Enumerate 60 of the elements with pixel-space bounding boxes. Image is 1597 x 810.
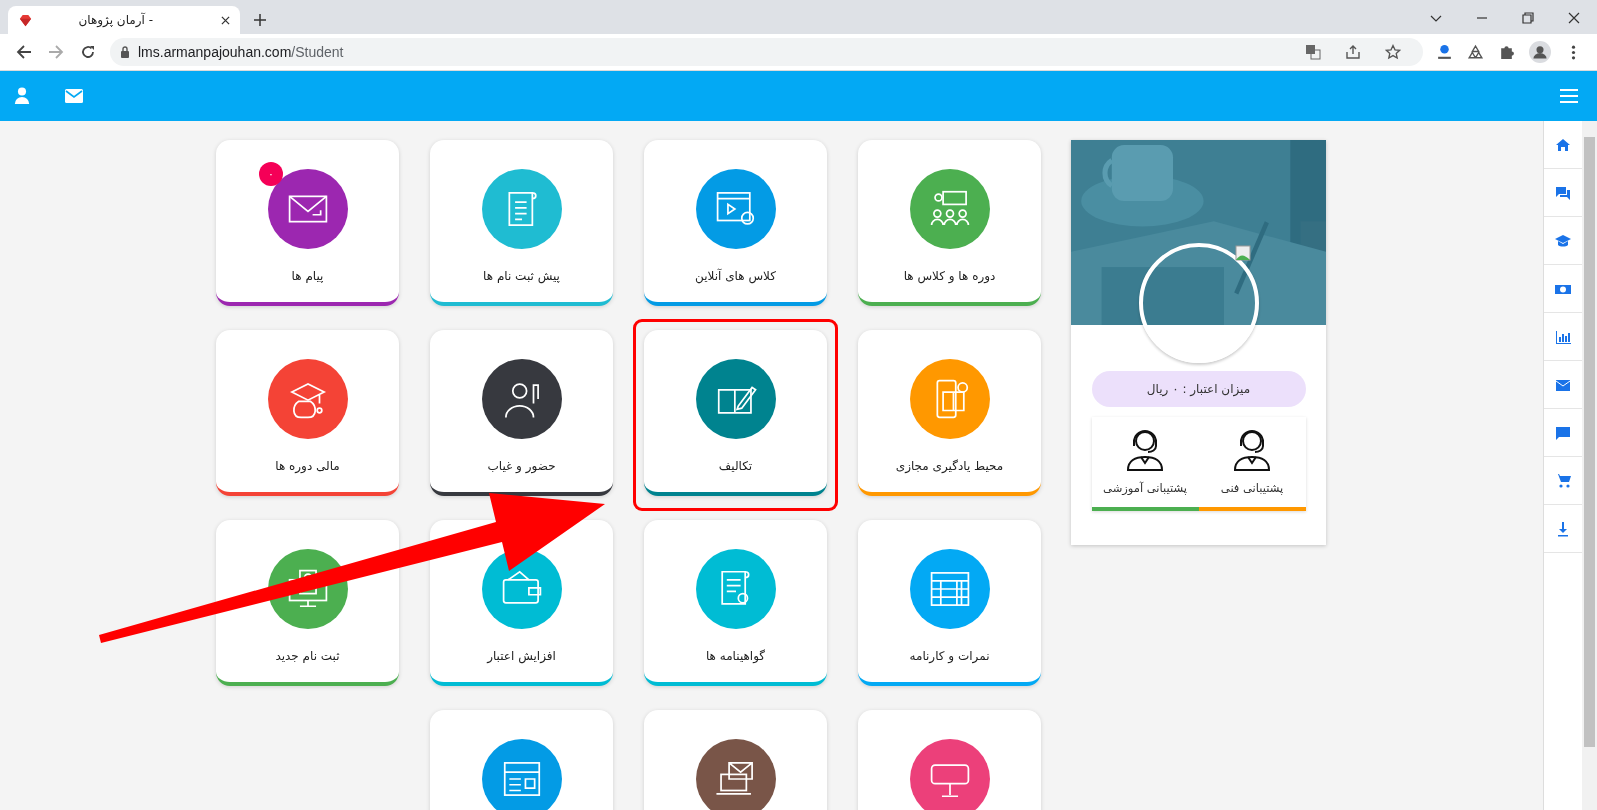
tile-label: دوره ها و کلاس ها <box>903 269 996 283</box>
credit-label: میزان اعتبار : ۰ ریال <box>1091 371 1306 407</box>
tab-title: - آرمان پژوهان <box>77 13 154 27</box>
support-button[interactable]: پشتیبانی آموزشی <box>1091 417 1199 511</box>
headset-person-icon <box>1125 427 1165 471</box>
translate-icon[interactable] <box>1305 44 1321 60</box>
comment-icon[interactable] <box>1555 424 1571 441</box>
close-icon[interactable] <box>1568 12 1580 24</box>
broken-image-icon <box>1235 245 1251 261</box>
recycle-icon[interactable] <box>1467 43 1484 61</box>
tile-label: نمرات و کارنامه <box>909 649 990 663</box>
reload-icon[interactable] <box>80 44 96 60</box>
home-icon[interactable] <box>1555 136 1571 153</box>
tile-label: گواهینامه ها <box>705 649 766 663</box>
lock-icon <box>120 46 130 58</box>
count-badge: ۰ <box>259 162 283 186</box>
menu-tile[interactable]: گواهینامه ها <box>644 520 827 686</box>
headset-person-icon <box>1232 427 1272 471</box>
chat-icon[interactable] <box>1555 184 1571 201</box>
menu-tile[interactable]: پیش ثبت نام ها <box>430 140 613 306</box>
download-icon[interactable] <box>1555 520 1571 537</box>
url-text: lms.armanpajouhan.com/Student <box>138 44 344 60</box>
restore-icon[interactable] <box>1522 12 1534 24</box>
tile-label: پیام ها <box>291 269 324 283</box>
close-icon[interactable] <box>221 15 230 25</box>
puzzle-icon[interactable] <box>1498 43 1515 61</box>
forward-icon[interactable] <box>48 44 64 60</box>
menu-tile[interactable]: کلاس های آنلاین <box>644 140 827 306</box>
profile-icon[interactable] <box>1529 41 1551 63</box>
cart-icon[interactable] <box>1555 472 1571 489</box>
menu-tile[interactable]: حضور و غیاب <box>430 330 613 496</box>
tile-label: ثبت نام جدید <box>275 649 340 663</box>
menu-icon[interactable] <box>1559 87 1579 105</box>
user-icon[interactable] <box>12 87 32 105</box>
menu-tile[interactable]: مالی دوره ها <box>216 330 399 496</box>
menu-tile[interactable]: محیط یادگیری مجازی <box>858 330 1041 496</box>
star-icon[interactable] <box>1385 44 1401 60</box>
menu-tile[interactable]: ثبت نام جدید <box>216 520 399 686</box>
support-button[interactable]: پشتیبانی فنی <box>1198 417 1306 511</box>
gem-icon <box>18 12 33 28</box>
bar-chart-icon[interactable] <box>1555 328 1571 345</box>
tile-label: پیش ثبت نام ها <box>483 269 560 283</box>
tile-label: افزایش اعتبار <box>487 649 556 663</box>
tile-label: حضور و غیاب <box>487 459 556 473</box>
new-tab-icon[interactable] <box>254 14 266 26</box>
tile-label: تکالیف <box>718 459 753 473</box>
address-bar[interactable]: lms.armanpajouhan.com/Student <box>110 38 1423 66</box>
tile-label: محیط یادگیری مجازی <box>895 459 1004 473</box>
back-icon[interactable] <box>16 44 32 60</box>
menu-tile[interactable]: ۰ پیام ها <box>216 140 399 306</box>
menu-tile[interactable]: دوره ها و کلاس ها <box>858 140 1041 306</box>
menu-tile[interactable]: تکالیف <box>644 330 827 496</box>
menu-tile[interactable]: نمرات و کارنامه <box>858 520 1041 686</box>
share-icon[interactable] <box>1345 44 1361 60</box>
browser-tab[interactable]: - آرمان پژوهان <box>8 6 240 34</box>
graduation-cap-icon[interactable] <box>1555 232 1571 249</box>
extension-badge-icon[interactable] <box>1436 43 1453 61</box>
mail-icon[interactable] <box>64 87 84 105</box>
tile-label: مالی دوره ها <box>275 459 340 473</box>
tile-label: کلاس های آنلاین <box>695 269 776 283</box>
